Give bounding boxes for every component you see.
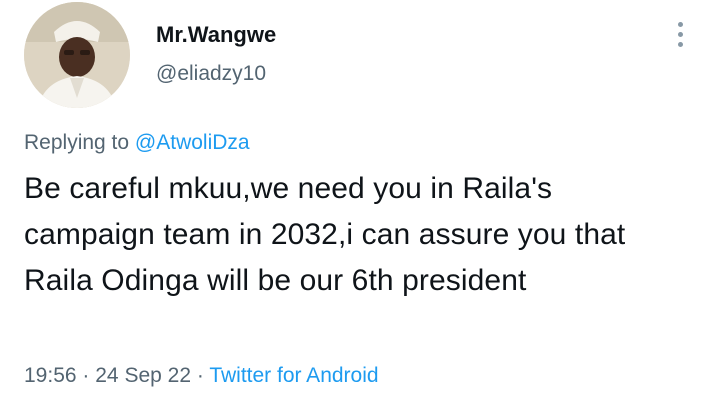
- more-vertical-icon[interactable]: [668, 16, 692, 52]
- reply-mention-link[interactable]: @AtwoliDza: [135, 131, 250, 154]
- meta-separator: ·: [196, 364, 204, 387]
- tweet-text: Be careful mkuu,we need you in Raila's c…: [24, 172, 626, 297]
- replying-to: Replying to @AtwoliDza: [24, 131, 250, 155]
- tweet-time[interactable]: 19:56: [24, 364, 77, 387]
- tweet-date[interactable]: 24 Sep 22: [95, 364, 191, 387]
- display-name[interactable]: Mr.Wangwe: [156, 22, 276, 48]
- tweet-meta: 19:56 · 24 Sep 22 · Twitter for Android: [24, 364, 379, 388]
- tweet-source-link[interactable]: Twitter for Android: [209, 364, 378, 387]
- replying-prefix: Replying to: [24, 131, 130, 154]
- dot: [677, 21, 683, 27]
- avatar[interactable]: [24, 2, 130, 108]
- dot: [677, 31, 683, 37]
- dot: [677, 41, 683, 47]
- user-handle[interactable]: @eliadzy10: [156, 62, 266, 86]
- meta-separator: ·: [82, 364, 90, 387]
- avatar-photo: [24, 2, 130, 108]
